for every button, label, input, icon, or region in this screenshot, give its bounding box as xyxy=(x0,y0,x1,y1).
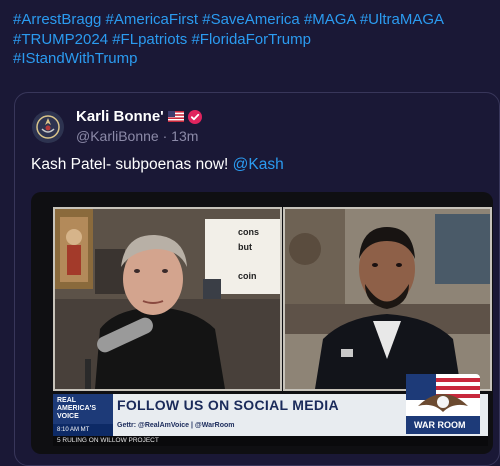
broadcast-clock: 8:10 AM MT xyxy=(53,424,113,436)
tweet-body: Kash Patel- subpoenas now! xyxy=(31,156,233,173)
quoted-tweet-card[interactable]: Karli Bonne' @KarliBonne · 13m Kash Pate… xyxy=(14,92,500,466)
separator-dot: · xyxy=(162,128,168,144)
video-media[interactable]: cons but coin REAL AMERICA'S VOICE 8:10 … xyxy=(31,192,493,454)
network-logo: REAL AMERICA'S VOICE xyxy=(53,394,113,424)
author-name[interactable]: Karli Bonne' xyxy=(76,108,164,125)
headline-text: FOLLOW US ON SOCIAL MEDIA xyxy=(117,397,339,413)
author-name-row[interactable]: Karli Bonne' xyxy=(76,108,202,125)
hashtag-link[interactable]: #AmericaFirst xyxy=(106,11,199,28)
us-flag-icon xyxy=(167,111,184,122)
guest-scene-image xyxy=(285,209,490,389)
post-time[interactable]: 13m xyxy=(171,128,198,144)
background-sign-text: but xyxy=(238,242,252,252)
hashtag-link[interactable]: #TRUMP2024 xyxy=(13,31,108,48)
news-ticker: 5 RULING ON WILLOW PROJECT xyxy=(53,436,488,446)
subline-text: Gettr: @RealAmVoice | @WarRoom xyxy=(117,422,235,429)
author-handle[interactable]: @KarliBonne xyxy=(76,128,159,144)
hashtag-link[interactable]: #IStandWithTrump xyxy=(13,50,138,67)
video-pane-guest xyxy=(283,207,492,391)
avatar-image xyxy=(32,111,64,143)
avatar[interactable] xyxy=(32,111,64,143)
background-sign-text: coin xyxy=(238,271,257,281)
mention-link[interactable]: @Kash xyxy=(233,156,284,173)
hashtag-link[interactable]: #UltraMAGA xyxy=(360,11,444,28)
hashtag-link[interactable]: #SaveAmerica xyxy=(202,11,300,28)
lower-third-banner: REAL AMERICA'S VOICE 8:10 AM MT FOLLOW U… xyxy=(53,374,488,436)
handle-row: @KarliBonne · 13m xyxy=(76,128,198,144)
background-sign-text: cons xyxy=(238,227,260,237)
hashtag-link[interactable]: #FloridaForTrump xyxy=(191,31,310,48)
warroom-text: WAR ROOM xyxy=(414,420,466,430)
hashtag-link[interactable]: #ArrestBragg xyxy=(13,11,101,28)
verified-badge-icon xyxy=(187,109,202,124)
video-pane-host: cons but coin xyxy=(53,207,282,391)
hashtag-link[interactable]: #FLpatriots xyxy=(112,31,187,48)
tweet-text: Kash Patel- subpoenas now! @Kash xyxy=(31,156,284,174)
hashtag-link[interactable]: #MAGA xyxy=(304,11,356,28)
warroom-badge: WAR ROOM xyxy=(398,372,488,436)
hashtag-text: #ArrestBragg #AmericaFirst #SaveAmerica … xyxy=(13,10,493,69)
